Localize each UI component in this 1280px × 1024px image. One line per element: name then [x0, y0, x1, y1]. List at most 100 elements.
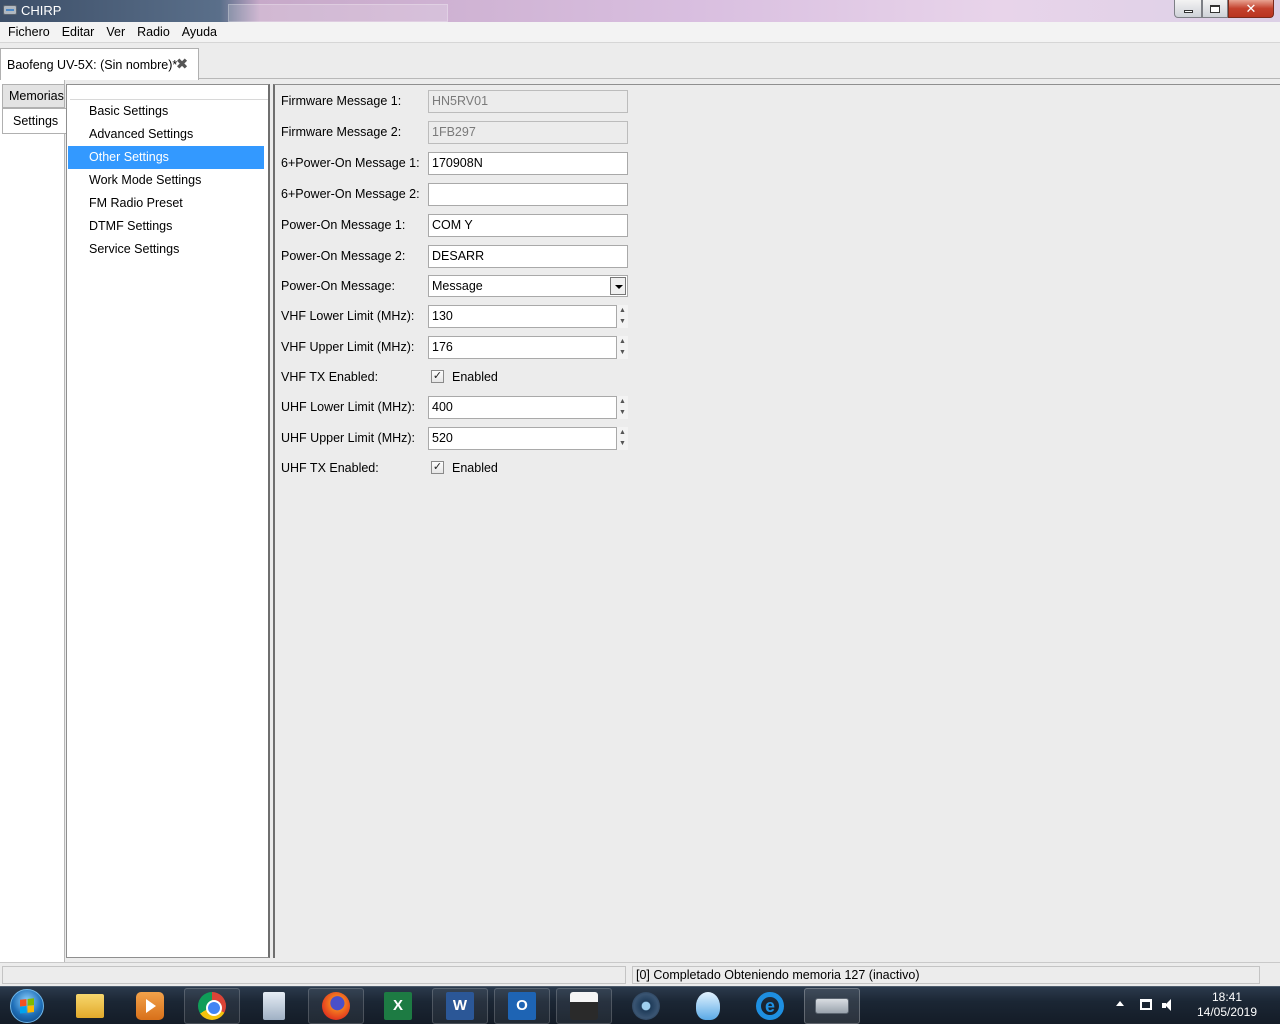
power-on-message-2-input[interactable]: DESARR	[428, 245, 628, 268]
word-icon: W	[446, 992, 474, 1020]
menu-fichero[interactable]: Fichero	[2, 22, 56, 43]
volume-icon[interactable]	[1162, 999, 1176, 1012]
row-vhf-lower-limit: VHF Lower Limit (MHz): 130 ▲ ▼	[281, 305, 641, 328]
taskbar-firefox[interactable]	[308, 988, 364, 1024]
uhf-lower-limit-input[interactable]: 400	[428, 396, 617, 419]
close-icon: ✕	[1245, 1, 1257, 16]
calculator-app-icon	[570, 992, 598, 1020]
spin-up-icon[interactable]: ▲	[617, 336, 628, 347]
firmware-message-1-label: Firmware Message 1:	[281, 94, 402, 108]
chevron-down-icon[interactable]	[610, 277, 626, 295]
start-button[interactable]	[3, 987, 49, 1024]
menu-editar[interactable]: Editar	[56, 22, 101, 43]
taskbar-chrome[interactable]	[184, 988, 240, 1024]
vhf-lower-limit-input[interactable]: 130	[428, 305, 617, 328]
tab-memorias[interactable]: Memorias	[2, 84, 65, 108]
close-window-button[interactable]: ✕	[1228, 0, 1274, 18]
power-on-message-label: Power-On Message:	[281, 279, 395, 293]
firefox-icon	[322, 992, 350, 1020]
close-tab-icon[interactable]: ✖	[175, 57, 189, 72]
vhf-upper-limit-label: VHF Upper Limit (MHz):	[281, 340, 415, 354]
vhf-lower-limit-stepper[interactable]: ▲ ▼	[617, 305, 628, 328]
vhf-upper-limit-input[interactable]: 176	[428, 336, 617, 359]
taskbar-media-player[interactable]	[122, 988, 178, 1024]
system-tray: 18:41 14/05/2019	[1110, 987, 1280, 1024]
spin-up-icon[interactable]: ▲	[617, 396, 628, 407]
tree-item-other-settings[interactable]: Other Settings	[68, 146, 264, 169]
row-uhf-tx-enabled: UHF TX Enabled: ✓ Enabled	[281, 457, 641, 480]
row-power-on-message-2: Power-On Message 2: DESARR	[281, 245, 641, 268]
power-on-message-1-label: Power-On Message 1:	[281, 218, 406, 232]
six-power-on-message-1-input[interactable]: 170908N	[428, 152, 628, 175]
media-player-icon	[136, 992, 164, 1020]
folder-icon	[76, 994, 104, 1018]
taskbar-calculator-app[interactable]	[556, 988, 612, 1024]
spin-up-icon[interactable]: ▲	[617, 427, 628, 438]
maximize-button[interactable]	[1202, 0, 1228, 18]
taskbar-chirp[interactable]	[804, 988, 860, 1024]
vhf-tx-enabled-checkbox[interactable]: ✓	[431, 370, 444, 383]
main-area: Memorias Settings Basic Settings Advance…	[0, 80, 1280, 962]
spin-down-icon[interactable]: ▼	[617, 316, 628, 327]
status-left-panel	[2, 966, 626, 984]
taskbar-explorer[interactable]	[62, 988, 118, 1024]
tab-settings[interactable]: Settings	[2, 108, 66, 134]
uhf-lower-limit-stepper[interactable]: ▲ ▼	[617, 396, 628, 419]
minimize-icon	[1183, 10, 1193, 13]
taskbar-word[interactable]: W	[432, 988, 488, 1024]
power-on-message-1-input[interactable]: COM Y	[428, 214, 628, 237]
settings-tree: Basic Settings Advanced Settings Other S…	[66, 84, 270, 958]
uhf-upper-limit-input[interactable]: 520	[428, 427, 617, 450]
network-icon[interactable]	[1140, 999, 1152, 1010]
row-uhf-lower-limit: UHF Lower Limit (MHz): 400 ▲ ▼	[281, 396, 641, 419]
tree-item-basic-settings[interactable]: Basic Settings	[68, 100, 268, 123]
six-power-on-message-2-input[interactable]	[428, 183, 628, 206]
taskbar-rocket[interactable]	[680, 988, 736, 1024]
vhf-tx-enabled-label: VHF TX Enabled:	[281, 370, 379, 384]
tree-header	[70, 85, 268, 100]
row-uhf-upper-limit: UHF Upper Limit (MHz): 520 ▲ ▼	[281, 427, 641, 450]
power-on-message-2-label: Power-On Message 2:	[281, 249, 406, 263]
spin-up-icon[interactable]: ▲	[617, 305, 628, 316]
power-on-message-select[interactable]: Message	[428, 275, 628, 297]
tree-item-service-settings[interactable]: Service Settings	[68, 238, 268, 261]
clock-time: 18:41	[1211, 990, 1243, 1004]
tree-item-fm-radio-preset[interactable]: FM Radio Preset	[68, 192, 268, 215]
internet-explorer-icon: e	[756, 992, 784, 1020]
uhf-lower-limit-label: UHF Lower Limit (MHz):	[281, 400, 416, 414]
uhf-upper-limit-stepper[interactable]: ▲ ▼	[617, 427, 628, 450]
vhf-upper-limit-stepper[interactable]: ▲ ▼	[617, 336, 628, 359]
windows-logo-icon	[10, 989, 44, 1023]
taskbar-outlook[interactable]: O	[494, 988, 550, 1024]
tab-baofeng-document[interactable]: Baofeng UV-5X: (Sin nombre)* ✖	[0, 48, 199, 80]
tree-item-work-mode-settings[interactable]: Work Mode Settings	[68, 169, 268, 192]
vhf-tx-enabled-checkbox-label[interactable]: Enabled	[452, 370, 498, 384]
spin-down-icon[interactable]: ▼	[617, 347, 628, 358]
minimize-button[interactable]	[1174, 0, 1202, 18]
tree-item-dtmf-settings[interactable]: DTMF Settings	[68, 215, 268, 238]
taskbar-calculator[interactable]	[246, 988, 302, 1024]
calculator-icon	[263, 992, 285, 1020]
spin-down-icon[interactable]: ▼	[617, 438, 628, 449]
tree-item-advanced-settings[interactable]: Advanced Settings	[68, 123, 268, 146]
taskbar-camera[interactable]	[618, 988, 674, 1024]
uhf-tx-enabled-label: UHF TX Enabled:	[281, 461, 379, 475]
side-tab-strip: Memorias Settings	[0, 80, 66, 962]
menu-ayuda[interactable]: Ayuda	[176, 22, 223, 43]
row-vhf-tx-enabled: VHF TX Enabled: ✓ Enabled	[281, 366, 641, 389]
clock[interactable]: 18:41 14/05/2019	[1184, 990, 1270, 1020]
clock-date: 14/05/2019	[1196, 1005, 1258, 1019]
serial-port-icon	[815, 998, 849, 1014]
row-firmware-message-1: Firmware Message 1: HN5RV01	[281, 90, 641, 113]
taskbar-excel[interactable]: X	[370, 988, 426, 1024]
uhf-tx-enabled-checkbox-label[interactable]: Enabled	[452, 461, 498, 475]
row-vhf-upper-limit: VHF Upper Limit (MHz): 176 ▲ ▼	[281, 336, 641, 359]
taskbar-internet-explorer[interactable]: e	[742, 988, 798, 1024]
outlook-icon: O	[508, 992, 536, 1020]
show-hidden-icons-icon[interactable]	[1116, 1001, 1124, 1006]
menu-ver[interactable]: Ver	[100, 22, 131, 43]
uhf-tx-enabled-checkbox[interactable]: ✓	[431, 461, 444, 474]
spin-down-icon[interactable]: ▼	[617, 407, 628, 418]
row-power-on-message: Power-On Message: Message	[281, 275, 641, 298]
menu-radio[interactable]: Radio	[131, 22, 176, 43]
